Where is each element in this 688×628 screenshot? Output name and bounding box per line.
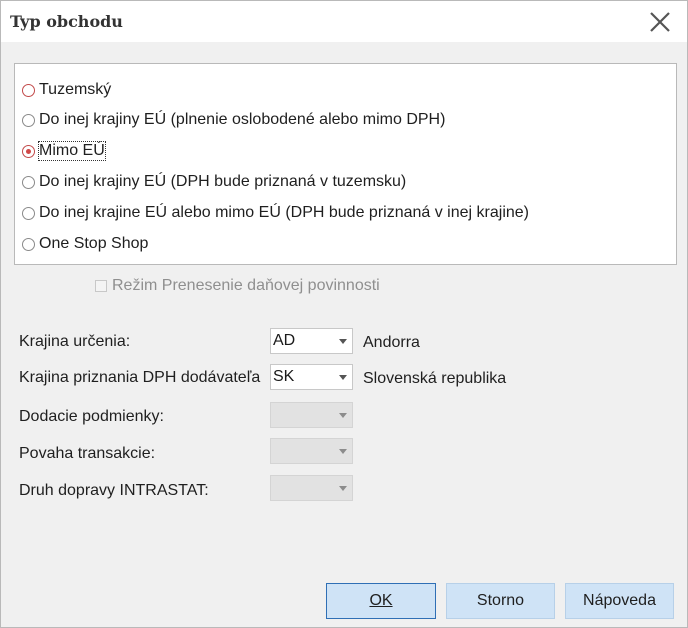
- help-button[interactable]: Nápoveda: [565, 583, 674, 619]
- supplier-vat-country-select[interactable]: SK: [270, 364, 353, 390]
- cancel-button[interactable]: Storno: [446, 583, 555, 619]
- reverse-charge-checkbox-row: Režim Prenesenie daňovej povinnosti: [95, 276, 380, 296]
- radio-mimo-eu[interactable]: Mimo EÚ: [22, 140, 106, 162]
- radio-button[interactable]: [22, 83, 35, 97]
- destination-country-name: Andorra: [363, 334, 420, 351]
- radio-label: Tuzemský: [39, 81, 112, 98]
- radio-other-country-vat[interactable]: Do inej krajine EÚ alebo mimo EÚ (DPH bu…: [22, 202, 529, 224]
- radio-label: One Stop Shop: [39, 235, 149, 252]
- close-icon[interactable]: [647, 9, 673, 35]
- chevron-down-icon: [339, 486, 347, 491]
- radio-eu-domestic-vat[interactable]: Do inej krajiny EÚ (DPH bude priznaná v …: [22, 171, 406, 193]
- trade-type-dialog: Typ obchodu Tuzemský Do inej krajiny EÚ …: [0, 0, 688, 628]
- title-bar: Typ obchodu: [1, 1, 687, 42]
- radio-label: Do inej krajiny EÚ (DPH bude priznaná v …: [39, 173, 407, 190]
- reverse-charge-label: Režim Prenesenie daňovej povinnosti: [112, 277, 380, 294]
- delivery-terms-select: [270, 402, 353, 428]
- chevron-down-icon: [339, 449, 347, 454]
- combo-value: SK: [273, 368, 295, 385]
- transaction-nature-select: [270, 438, 353, 464]
- radio-label: Do inej krajine EÚ alebo mimo EÚ (DPH bu…: [39, 204, 529, 221]
- trade-type-group: Tuzemský Do inej krajiny EÚ (plnenie osl…: [14, 63, 677, 265]
- destination-country-label: Krajina určenia:: [19, 333, 131, 350]
- radio-label: Do inej krajiny EÚ (plnenie oslobodené a…: [39, 111, 446, 128]
- cancel-button-label: Storno: [476, 592, 525, 609]
- radio-button[interactable]: [22, 237, 35, 251]
- radio-button[interactable]: [22, 144, 35, 158]
- radio-eu-exempt[interactable]: Do inej krajiny EÚ (plnenie oslobodené a…: [22, 109, 445, 131]
- reverse-charge-checkbox: [95, 280, 107, 292]
- destination-country-select[interactable]: AD: [270, 328, 353, 354]
- delivery-terms-label: Dodacie podmienky:: [19, 408, 164, 425]
- transport-mode-label: Druh dopravy INTRASTAT:: [19, 482, 209, 499]
- supplier-vat-country-label: Krajina priznania DPH dodávateľa: [19, 369, 261, 386]
- radio-button[interactable]: [22, 175, 35, 189]
- radio-tuzemsky[interactable]: Tuzemský: [22, 79, 111, 101]
- ok-button-label: OK: [369, 592, 393, 609]
- chevron-down-icon[interactable]: [339, 339, 347, 344]
- combo-value: AD: [273, 332, 296, 349]
- chevron-down-icon[interactable]: [339, 375, 347, 380]
- radio-label: Mimo EÚ: [38, 141, 106, 161]
- radio-button[interactable]: [22, 113, 35, 127]
- supplier-vat-country-name: Slovenská republika: [363, 370, 507, 387]
- chevron-down-icon: [339, 413, 347, 418]
- radio-one-stop-shop[interactable]: One Stop Shop: [22, 233, 148, 255]
- help-button-label: Nápoveda: [583, 592, 656, 609]
- transaction-nature-label: Povaha transakcie:: [19, 445, 156, 462]
- radio-button[interactable]: [22, 206, 35, 220]
- ok-button[interactable]: OK: [326, 583, 436, 619]
- dialog-title: Typ obchodu: [10, 12, 123, 31]
- transport-mode-select: [270, 475, 353, 501]
